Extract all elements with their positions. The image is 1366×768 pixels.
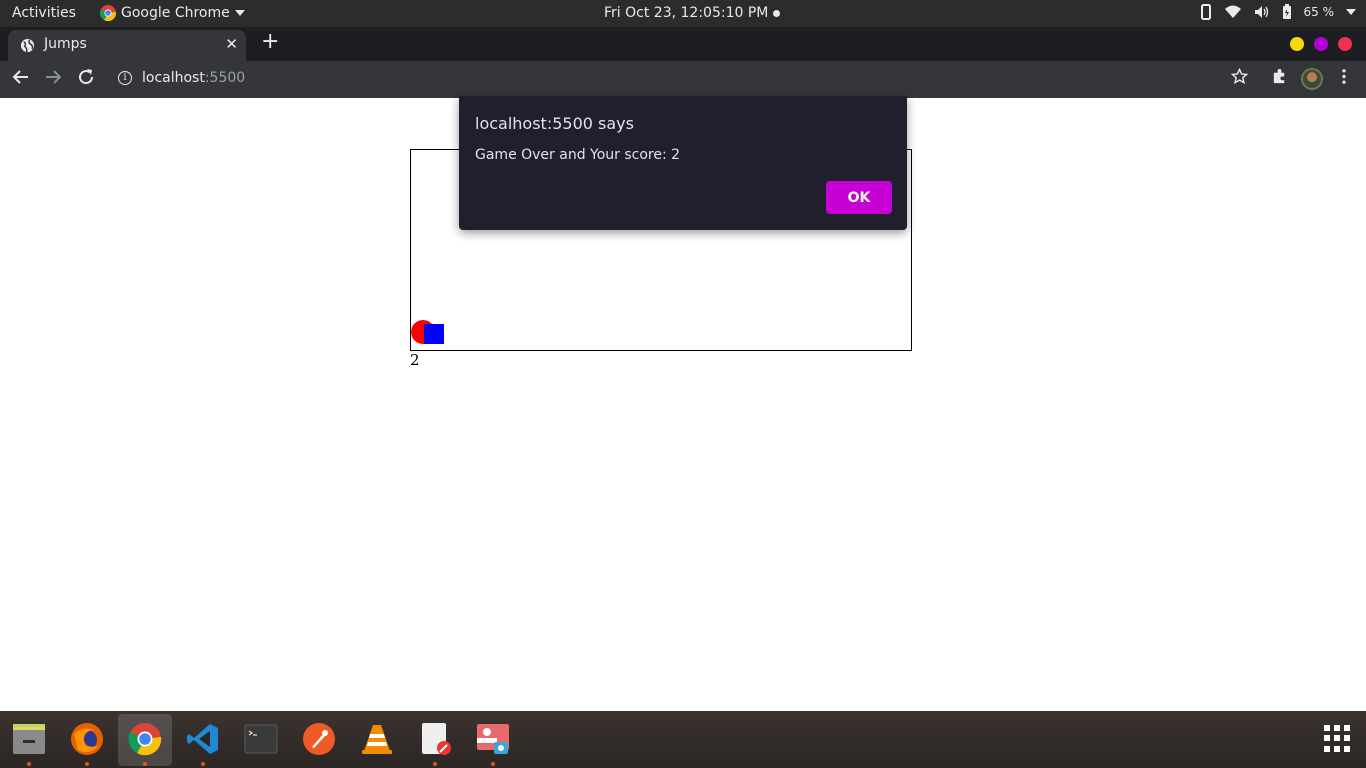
tab-title: Jumps <box>44 36 87 52</box>
running-indicator <box>201 762 205 766</box>
maximize-button[interactable] <box>1314 37 1328 51</box>
alert-dialog: localhost:5500 says Game Over and Your s… <box>459 96 907 230</box>
vlc-icon <box>362 725 392 754</box>
extensions-button[interactable] <box>1271 68 1288 90</box>
avatar[interactable] <box>1301 68 1323 90</box>
dock-item-screenshot[interactable] <box>466 714 520 766</box>
chevron-down-icon <box>1346 9 1356 15</box>
dialog-title: localhost:5500 says <box>475 114 634 133</box>
grid-dot <box>1334 735 1340 742</box>
app-menu[interactable]: Google Chrome <box>100 5 245 21</box>
obstacle-block <box>424 324 444 344</box>
files-icon <box>13 724 45 754</box>
grid-dot <box>1344 735 1350 742</box>
score-display: 2 <box>410 351 420 369</box>
dock-item-text-editor[interactable] <box>408 714 462 766</box>
puzzle-icon <box>1273 68 1285 84</box>
running-indicator <box>85 762 89 766</box>
phone-icon <box>1200 4 1211 20</box>
vscode-icon <box>187 724 218 754</box>
clock-label: Fri Oct 23, 12:05:10 PM <box>604 5 769 21</box>
dialog-message: Game Over and Your score: 2 <box>475 147 681 163</box>
grid-dot <box>1344 745 1350 752</box>
running-indicator <box>143 762 147 766</box>
postman-icon <box>303 723 335 755</box>
dock <box>0 711 1366 768</box>
dock-item-vlc[interactable] <box>350 714 404 766</box>
url-port: :5500 <box>204 70 246 86</box>
browser-toolbar: i localhost:5500 <box>0 61 1366 98</box>
chevron-down-icon <box>234 10 245 16</box>
app-menu-label: Google Chrome <box>121 5 230 21</box>
system-top-bar: Activities Google Chrome Fri Oct 23, 12:… <box>0 0 1366 27</box>
reload-icon <box>79 69 94 85</box>
grid-dot <box>1334 725 1340 731</box>
ok-button[interactable]: OK <box>826 181 892 214</box>
menu-button[interactable] <box>1338 68 1350 90</box>
window-controls <box>1290 37 1352 51</box>
back-button[interactable] <box>12 68 30 91</box>
url-host: localhost <box>142 70 205 86</box>
arrow-left-icon <box>12 70 28 84</box>
volume-icon <box>1254 6 1268 18</box>
clock[interactable]: Fri Oct 23, 12:05:10 PM <box>604 5 781 21</box>
running-indicator <box>491 762 495 766</box>
activities-button[interactable]: Activities <box>12 5 76 21</box>
battery-icon <box>1282 4 1291 19</box>
screenshot-icon <box>477 724 509 754</box>
info-icon[interactable]: i <box>118 71 132 85</box>
dock-item-postman[interactable] <box>292 714 346 766</box>
system-tray[interactable]: 65 % <box>1200 4 1356 20</box>
arrow-right-icon <box>46 70 62 84</box>
minimize-button[interactable] <box>1290 37 1304 51</box>
new-tab-button[interactable]: + <box>261 29 279 54</box>
chrome-icon <box>100 5 116 21</box>
reload-button[interactable] <box>77 68 95 91</box>
grid-dot <box>1324 735 1330 742</box>
dock-item-files[interactable] <box>2 714 56 766</box>
firefox-icon <box>71 723 103 755</box>
show-apps-grid-icon[interactable] <box>1324 725 1351 752</box>
grid-dot <box>1324 725 1330 731</box>
battery-label: 65 % <box>1303 5 1335 19</box>
chrome-icon <box>128 723 162 756</box>
bookmark-button[interactable] <box>1230 67 1249 90</box>
forward-button[interactable] <box>44 68 62 91</box>
grid-dot <box>1324 745 1330 752</box>
wifi-icon <box>1224 5 1241 18</box>
running-indicator <box>433 762 437 766</box>
tab-jumps[interactable]: Jumps ✕ <box>8 30 246 61</box>
dock-item-chrome[interactable] <box>118 714 172 766</box>
dock-item-firefox[interactable] <box>60 714 114 766</box>
dock-item-terminal[interactable] <box>234 714 288 766</box>
more-vert-icon <box>1342 69 1346 84</box>
globe-icon <box>20 38 35 53</box>
address-bar[interactable]: i localhost:5500 <box>110 65 1262 94</box>
close-window-button[interactable] <box>1338 37 1352 51</box>
grid-dot <box>1344 725 1350 731</box>
url-text: localhost:5500 <box>142 70 245 86</box>
close-icon[interactable]: ✕ <box>225 35 238 53</box>
dock-item-vscode[interactable] <box>176 714 230 766</box>
terminal-icon <box>244 724 278 754</box>
running-indicator <box>27 762 31 766</box>
notification-dot-icon <box>773 9 781 17</box>
tab-strip: Jumps ✕ + <box>0 27 1366 61</box>
text-editor-icon <box>422 723 451 755</box>
grid-dot <box>1334 745 1340 752</box>
star-icon <box>1230 67 1249 85</box>
